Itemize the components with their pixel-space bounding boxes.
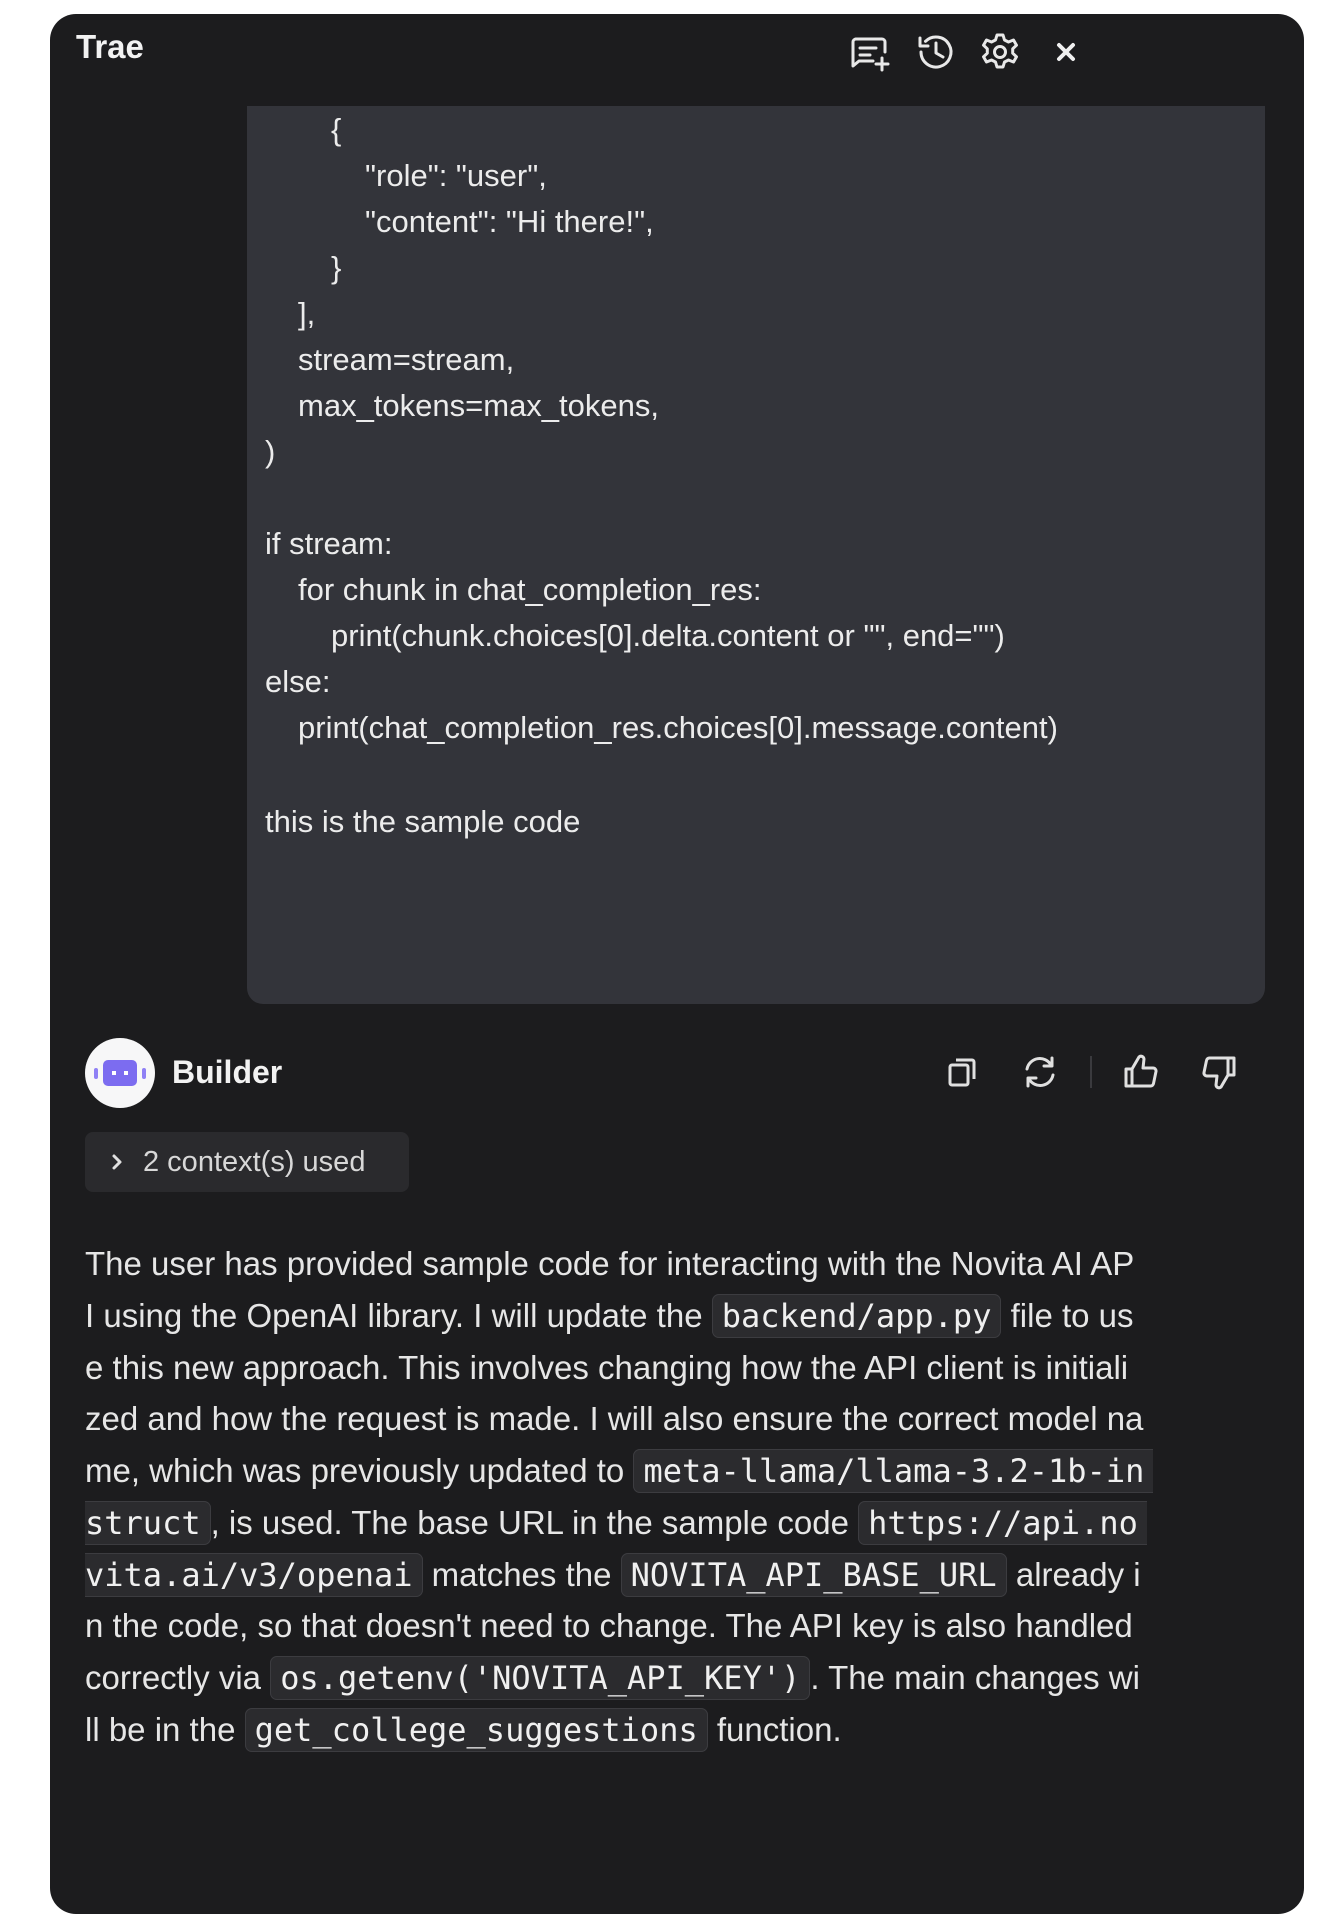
chat-panel: Trae {"role": "user", "content": "Hi th… bbox=[50, 14, 1304, 1914]
message-line: ], bbox=[298, 296, 316, 331]
user-message-bubble: { "role": "user", "content": "Hi there!"… bbox=[247, 106, 1265, 1004]
new-chat-icon[interactable] bbox=[848, 30, 892, 74]
message-line: max_tokens=max_tokens, bbox=[298, 388, 659, 423]
chevron-right-icon bbox=[112, 1154, 122, 1170]
message-line: this is the sample code bbox=[265, 804, 581, 839]
message-line: stream=stream, bbox=[298, 342, 515, 377]
inline-code: struct bbox=[85, 1501, 211, 1545]
inline-code: https://api.no bbox=[858, 1501, 1147, 1545]
message-line: "role": "user", bbox=[365, 158, 547, 193]
message-line: print(chat_completion_res.choices[0].mes… bbox=[298, 710, 1058, 745]
thumbs-up-icon[interactable] bbox=[1116, 1048, 1164, 1096]
avatar bbox=[85, 1038, 155, 1108]
assistant-name: Builder bbox=[172, 1054, 283, 1090]
message-text-line: ll be in the get_college_suggestions fun… bbox=[85, 1700, 842, 1760]
gear-icon[interactable] bbox=[978, 30, 1022, 74]
message-text-line: zed and how the request is made. I will … bbox=[85, 1400, 1144, 1437]
thumbs-down-icon[interactable] bbox=[1196, 1048, 1244, 1096]
copy-icon[interactable] bbox=[938, 1048, 986, 1096]
message-line: for chunk in chat_completion_res: bbox=[298, 572, 762, 607]
inline-code: backend/app.py bbox=[711, 1294, 1002, 1338]
message-text-line: correctly via os.getenv('NOVITA_API_KEY'… bbox=[85, 1648, 1140, 1708]
message-text-line: me, which was previously updated to meta… bbox=[85, 1441, 1154, 1501]
message-line: { bbox=[331, 112, 342, 147]
assistant-header: Builder bbox=[50, 1038, 1304, 1118]
message-line: ) bbox=[265, 434, 276, 469]
message-line: print(chunk.choices[0].delta.content or … bbox=[331, 618, 1005, 653]
app-title: Trae bbox=[76, 28, 144, 65]
message-text-line: n the code, so that doesn't need to chan… bbox=[85, 1607, 1133, 1644]
regenerate-icon[interactable] bbox=[1016, 1048, 1064, 1096]
context-used-toggle[interactable]: 2 context(s) used bbox=[85, 1132, 409, 1192]
message-line: } bbox=[331, 250, 342, 285]
history-icon[interactable] bbox=[914, 30, 958, 74]
inline-code: meta-llama/llama-3.2-1b-in bbox=[633, 1449, 1154, 1493]
message-text-line: The user has provided sample code for in… bbox=[85, 1245, 1135, 1282]
close-icon[interactable] bbox=[1044, 30, 1088, 74]
message-line: if stream: bbox=[265, 526, 393, 561]
panel-header: Trae bbox=[50, 14, 1304, 106]
inline-code: os.getenv('NOVITA_API_KEY') bbox=[270, 1656, 811, 1700]
action-divider bbox=[1090, 1056, 1092, 1088]
inline-code: NOVITA_API_BASE_URL bbox=[620, 1553, 1007, 1597]
robot-icon bbox=[94, 1060, 146, 1086]
inline-code: vita.ai/v3/openai bbox=[85, 1553, 423, 1597]
message-line: else: bbox=[265, 664, 331, 699]
message-text-line: I using the OpenAI library. I will updat… bbox=[85, 1286, 1134, 1346]
message-text-line: struct, is used. The base URL in the sam… bbox=[85, 1493, 1147, 1553]
message-line: "content": "Hi there!", bbox=[365, 204, 654, 239]
context-used-label: 2 context(s) used bbox=[143, 1145, 366, 1178]
inline-code: get_college_suggestions bbox=[244, 1708, 708, 1752]
